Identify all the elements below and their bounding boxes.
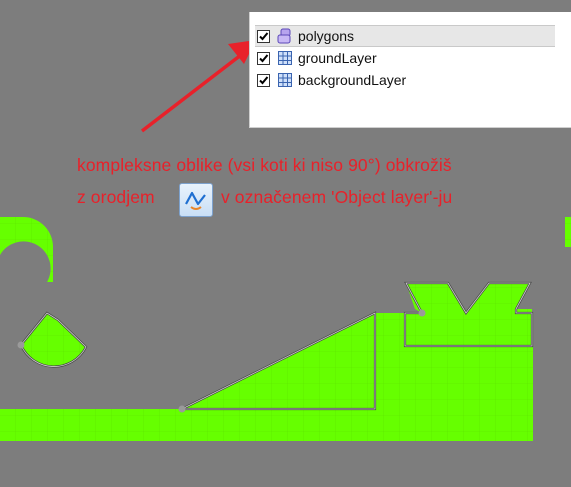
- layer-row-groundlayer[interactable]: groundLayer: [255, 47, 555, 69]
- tile-layer-icon: [277, 50, 293, 66]
- visibility-checkbox[interactable]: [257, 73, 270, 87]
- layer-name: groundLayer: [298, 50, 377, 66]
- layer-row-polygons[interactable]: polygons: [255, 25, 555, 47]
- ground-floor: [0, 409, 533, 441]
- layer-row-backgroundlayer[interactable]: backgroundLayer: [255, 69, 555, 91]
- ground-tile-edge: [565, 217, 571, 247]
- visibility-checkbox[interactable]: [257, 29, 270, 43]
- visibility-checkbox[interactable]: [257, 51, 270, 65]
- tile-layer-icon: [277, 72, 293, 88]
- layer-name: backgroundLayer: [298, 72, 407, 88]
- object-layer-icon: [277, 28, 293, 44]
- annotation-line-1: kompleksne oblike (vsi koti ki niso 90°)…: [77, 155, 452, 175]
- crown-vertex-handle[interactable]: [418, 309, 426, 317]
- annotation-line-2-start: z orodjem: [77, 187, 155, 207]
- scoop-vertex-handle[interactable]: [17, 341, 25, 349]
- red-arrow-icon: [140, 40, 256, 133]
- ground-tile-arch: [0, 216, 54, 282]
- insert-polygon-tool-icon: [179, 183, 213, 217]
- layer-name: polygons: [298, 28, 355, 44]
- ramp-vertex-handle[interactable]: [178, 405, 186, 413]
- annotation-line-2-end: v označenem 'Object layer'-ju: [221, 187, 453, 207]
